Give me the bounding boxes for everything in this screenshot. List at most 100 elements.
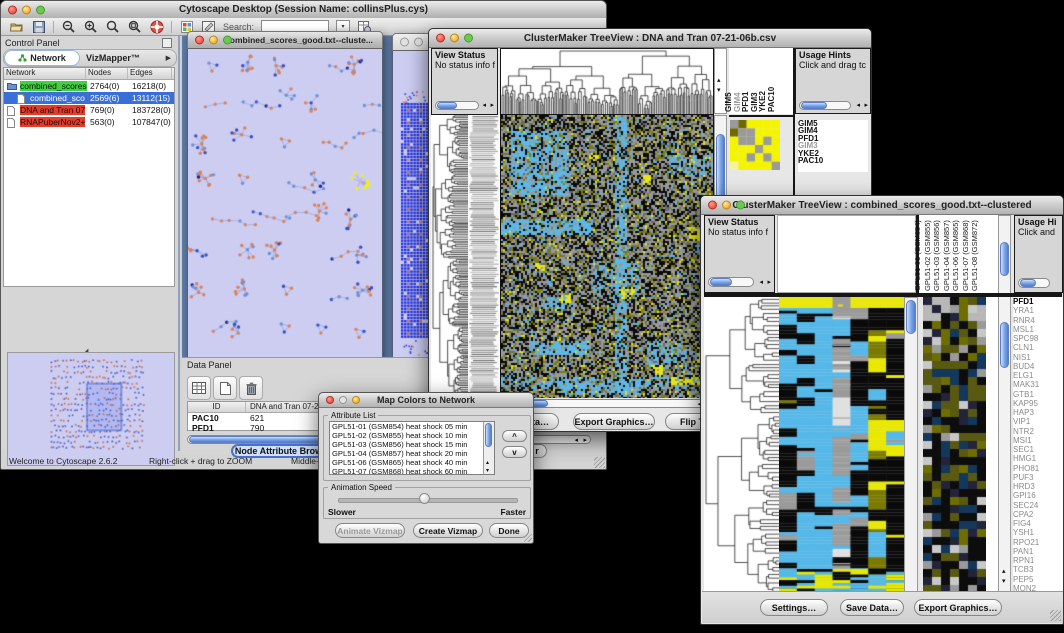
- gene-label[interactable]: RPO21: [1013, 538, 1063, 547]
- zoom-button[interactable]: [464, 34, 473, 43]
- gene-label[interactable]: GTB1: [1013, 390, 1063, 399]
- scroll-up-arrow[interactable]: ▴: [486, 460, 489, 467]
- save-data-button[interactable]: Save Data…: [840, 599, 904, 616]
- save-session-icon[interactable]: [31, 20, 46, 34]
- scroll-up-arrow[interactable]: ▴: [1002, 568, 1006, 575]
- heatmap-canvas[interactable]: [500, 115, 714, 398]
- zoom-selected-icon[interactable]: [105, 20, 120, 34]
- right-vscrollbar[interactable]: ▴ ▾: [998, 215, 1011, 593]
- attribute-select-icon[interactable]: [187, 376, 211, 400]
- gene-label[interactable]: YSH1: [1013, 528, 1063, 537]
- gene-label[interactable]: MAK31: [1013, 380, 1063, 389]
- gene-label[interactable]: MSI1: [1013, 436, 1063, 445]
- create-vizmap-button[interactable]: Create Vizmap: [413, 523, 483, 538]
- gene-label[interactable]: GIM5: [798, 120, 868, 127]
- resize-grip[interactable]: [1050, 610, 1061, 621]
- gene-label[interactable]: SEC1: [1013, 445, 1063, 454]
- gene-label[interactable]: PFD1: [1013, 297, 1063, 306]
- tab-overflow-arrow[interactable]: ▶: [166, 54, 176, 62]
- close-button[interactable]: [436, 34, 445, 43]
- gene-label[interactable]: KAP95: [1013, 399, 1063, 408]
- scroll-right-arrow[interactable]: ▸: [864, 102, 868, 109]
- scroll-right-arrow[interactable]: ▸: [490, 102, 494, 109]
- settings-button[interactable]: Settings…: [760, 599, 828, 616]
- gene-label[interactable]: PUF3: [1013, 473, 1063, 482]
- gene-label[interactable]: CLN1: [1013, 343, 1063, 352]
- heatmap-vscrollbar[interactable]: [904, 297, 918, 593]
- birdseye-view[interactable]: [7, 352, 175, 466]
- zoom-button[interactable]: [36, 5, 45, 14]
- close-button[interactable]: [708, 201, 717, 210]
- gene-label[interactable]: GIM3: [798, 142, 868, 149]
- cluster-mini-heatmap[interactable]: [730, 120, 780, 170]
- gene-label[interactable]: YRA1: [1013, 306, 1063, 315]
- export-graphics-button[interactable]: Export Graphics…: [573, 413, 655, 430]
- network-row[interactable]: DNA and Tran 07769(0)183728(0): [4, 104, 174, 116]
- tab-network[interactable]: Network: [4, 50, 80, 66]
- scroll-left-arrow[interactable]: ◂: [759, 279, 763, 286]
- gene-label[interactable]: PHO81: [1013, 464, 1063, 473]
- scroll-left-arrow[interactable]: ◂: [482, 102, 486, 109]
- attribute-list-item[interactable]: GPL51-07 (GSM868) heat shock 60 min: [330, 467, 494, 475]
- gene-label[interactable]: HRD3: [1013, 482, 1063, 491]
- minimize-button[interactable]: [209, 36, 218, 45]
- attribute-list-item[interactable]: GPL51-06 (GSM865) heat shock 40 min: [330, 458, 494, 467]
- move-down-button[interactable]: v: [502, 446, 527, 458]
- minimize-button[interactable]: [22, 5, 31, 14]
- zoom-in-icon[interactable]: [83, 20, 98, 34]
- scroll-up-arrow[interactable]: ▴: [717, 77, 721, 84]
- tab-vizmapper[interactable]: VizMapper™: [80, 53, 146, 63]
- cytoscape-titlebar[interactable]: Cytoscape Desktop (Session Name: collins…: [1, 1, 606, 19]
- minimize-button[interactable]: [414, 38, 423, 47]
- attribute-list-item[interactable]: GPL51-03 (GSM856) heat shock 15 min: [330, 440, 494, 449]
- open-file-icon[interactable]: [9, 20, 24, 34]
- gene-label[interactable]: TCB3: [1013, 565, 1063, 574]
- dialog-titlebar[interactable]: Map Colors to Network: [319, 393, 533, 408]
- minimize-button[interactable]: [450, 34, 459, 43]
- delete-attribute-icon[interactable]: [239, 376, 263, 400]
- treeview2-titlebar[interactable]: ClusterMaker TreeView : combined_scores_…: [701, 196, 1063, 215]
- gene-label[interactable]: ELG1: [1013, 371, 1063, 380]
- zoom-button[interactable]: [352, 396, 360, 404]
- heatmap-canvas[interactable]: [779, 297, 904, 593]
- network-view-canvas[interactable]: [188, 49, 382, 365]
- minimize-button[interactable]: [722, 201, 731, 210]
- scroll-down-arrow[interactable]: ▾: [486, 468, 489, 475]
- attribute-list-item[interactable]: GPL51-01 (GSM854) heat shock 05 min: [330, 422, 494, 431]
- list-vscrollbar[interactable]: ▴ ▾: [483, 422, 494, 475]
- gene-label[interactable]: HMG1: [1013, 454, 1063, 463]
- gene-label[interactable]: PAN1: [1013, 547, 1063, 556]
- scroll-down-arrow[interactable]: ▾: [1002, 578, 1006, 585]
- attribute-list-item[interactable]: GPL51-02 (GSM855) heat shock 10 min: [330, 431, 494, 440]
- network-row[interactable]: combined_scores2764(0)16218(0): [4, 80, 174, 92]
- gene-label[interactable]: RPN1: [1013, 556, 1063, 565]
- scroll-left-arrow[interactable]: ◂: [856, 102, 860, 109]
- column-dendrogram[interactable]: [500, 48, 714, 115]
- view-status-scrollbar[interactable]: [708, 277, 754, 287]
- gene-label[interactable]: PEP5: [1013, 575, 1063, 584]
- usage-hints-scrollbar[interactable]: [1018, 278, 1050, 288]
- gene-label[interactable]: GPI16: [1013, 491, 1063, 500]
- attribute-list-item[interactable]: GPL51-04 (GSM857) heat shock 20 min: [330, 449, 494, 458]
- gene-label[interactable]: PAC10: [798, 157, 868, 164]
- export-graphics-button[interactable]: Export Graphics…: [914, 599, 1002, 616]
- help-ring-icon[interactable]: [149, 20, 164, 34]
- gene-label[interactable]: CPA2: [1013, 510, 1063, 519]
- resize-grip[interactable]: [594, 457, 605, 468]
- treeview1-titlebar[interactable]: ClusterMaker TreeView : DNA and Tran 07-…: [429, 29, 871, 48]
- animate-vizmap-button[interactable]: Animate Vizmap: [335, 523, 405, 538]
- attribute-listbox[interactable]: GPL51-01 (GSM854) heat shock 05 minGPL51…: [329, 421, 495, 475]
- view-status-scrollbar[interactable]: [435, 101, 479, 110]
- gene-label[interactable]: GIM4: [798, 127, 868, 134]
- move-up-button[interactable]: ^: [502, 430, 527, 442]
- gene-label[interactable]: BUD4: [1013, 362, 1063, 371]
- gene-label[interactable]: NTR2: [1013, 427, 1063, 436]
- network-row[interactable]: RNAPuberNov2+563(0)107847(0): [4, 116, 174, 128]
- row-dendrogram[interactable]: [704, 297, 779, 593]
- gene-label[interactable]: VIP1: [1013, 417, 1063, 426]
- gene-label[interactable]: SPC98: [1013, 334, 1063, 343]
- zoom-button[interactable]: [736, 201, 745, 210]
- gene-label[interactable]: NIS1: [1013, 353, 1063, 362]
- scroll-down-arrow[interactable]: ▾: [717, 87, 721, 94]
- gene-label[interactable]: FIG4: [1013, 519, 1063, 528]
